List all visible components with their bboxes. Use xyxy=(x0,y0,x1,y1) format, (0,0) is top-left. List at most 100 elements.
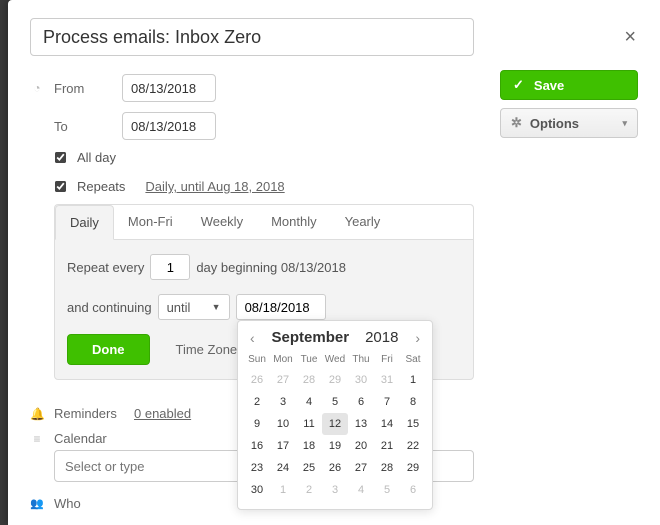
calendar-dow: Fri xyxy=(374,352,400,369)
chevron-down-icon: ▾ xyxy=(622,118,627,129)
calendar-day[interactable]: 31 xyxy=(374,369,400,391)
calendar-day[interactable]: 3 xyxy=(270,391,296,413)
calendar-day[interactable]: 5 xyxy=(374,479,400,501)
calendar-dow: Wed xyxy=(322,352,348,369)
calendar-day[interactable]: 16 xyxy=(244,435,270,457)
calendar-day[interactable]: 17 xyxy=(270,435,296,457)
allday-checkbox[interactable] xyxy=(55,152,66,163)
calendar-day[interactable]: 5 xyxy=(322,391,348,413)
calendar-day[interactable]: 26 xyxy=(322,457,348,479)
calendar-label: Calendar xyxy=(54,431,124,446)
calendar-day[interactable]: 30 xyxy=(348,369,374,391)
people-icon: 👥 xyxy=(30,497,44,510)
to-date-input[interactable] xyxy=(122,112,216,140)
tab-monthly[interactable]: Monthly xyxy=(257,205,331,239)
options-button-label: Options xyxy=(530,116,579,131)
event-modal: × ✓ Save ✲ Options ▾ ◔ From To All day xyxy=(8,0,660,525)
calendar-day[interactable]: 8 xyxy=(400,391,426,413)
action-column: ✓ Save ✲ Options ▾ xyxy=(500,70,638,138)
calendar-day[interactable]: 26 xyxy=(244,369,270,391)
calendar-day[interactable]: 4 xyxy=(296,391,322,413)
next-month-button[interactable]: › xyxy=(413,330,422,346)
repeats-summary-link[interactable]: Daily, until Aug 18, 2018 xyxy=(145,179,284,194)
calendar-day[interactable]: 28 xyxy=(374,457,400,479)
calendar-day[interactable]: 15 xyxy=(400,413,426,435)
calendar-day[interactable]: 3 xyxy=(322,479,348,501)
repeats-label: Repeats xyxy=(77,179,125,194)
calendar-weekday-row: SunMonTueWedThuFriSat xyxy=(244,352,426,369)
who-label: Who xyxy=(54,496,112,511)
calendar-day[interactable]: 18 xyxy=(296,435,322,457)
calendar-day[interactable]: 1 xyxy=(270,479,296,501)
calendar-day[interactable]: 12 xyxy=(322,413,348,435)
allday-label: All day xyxy=(77,150,116,165)
repeat-continuing-label: and continuing xyxy=(67,300,152,315)
clock-icon: ◔ xyxy=(30,81,44,95)
calendar-day[interactable]: 11 xyxy=(296,413,322,435)
calendar-year[interactable]: 2018 xyxy=(365,329,398,346)
calendar-day[interactable]: 25 xyxy=(296,457,322,479)
repeats-checkbox[interactable] xyxy=(55,181,66,192)
reminders-count-link[interactable]: 0 enabled xyxy=(134,406,191,421)
repeat-end-select-value: until xyxy=(167,300,191,315)
prev-month-button[interactable]: ‹ xyxy=(248,330,257,346)
calendar-dow: Sat xyxy=(400,352,426,369)
done-button[interactable]: Done xyxy=(67,334,150,365)
tab-weekly[interactable]: Weekly xyxy=(187,205,257,239)
repeat-tabs: Daily Mon-Fri Weekly Monthly Yearly xyxy=(55,205,473,240)
calendar-month[interactable]: September xyxy=(272,329,350,346)
calendar-dow: Mon xyxy=(270,352,296,369)
repeat-every-input[interactable] xyxy=(150,254,190,280)
calendar-dow: Thu xyxy=(348,352,374,369)
calendar-dow: Tue xyxy=(296,352,322,369)
calendar-day[interactable]: 20 xyxy=(348,435,374,457)
calendar-day[interactable]: 7 xyxy=(374,391,400,413)
calendar-day[interactable]: 27 xyxy=(348,457,374,479)
calendar-day[interactable]: 23 xyxy=(244,457,270,479)
event-title-input[interactable] xyxy=(30,18,474,56)
calendar-day[interactable]: 22 xyxy=(400,435,426,457)
close-icon[interactable]: × xyxy=(624,26,636,49)
gear-icon: ✲ xyxy=(511,115,522,131)
tab-daily[interactable]: Daily xyxy=(55,205,114,240)
calendar-day[interactable]: 2 xyxy=(244,391,270,413)
calendar-day[interactable]: 28 xyxy=(296,369,322,391)
save-button-label: Save xyxy=(534,78,564,93)
save-button[interactable]: ✓ Save xyxy=(500,70,638,100)
calendar-day[interactable]: 13 xyxy=(348,413,374,435)
calendar-day-grid: 2627282930311234567891011121314151617181… xyxy=(244,369,426,501)
repeat-every-label: Repeat every xyxy=(67,260,144,275)
bell-icon: 🔔 xyxy=(30,407,44,421)
calendar-day[interactable]: 24 xyxy=(270,457,296,479)
list-icon: ≡ xyxy=(30,432,44,446)
calendar-day[interactable]: 21 xyxy=(374,435,400,457)
tab-monfri[interactable]: Mon-Fri xyxy=(114,205,187,239)
calendar-day[interactable]: 30 xyxy=(244,479,270,501)
from-label: From xyxy=(54,81,112,96)
calendar-day[interactable]: 29 xyxy=(322,369,348,391)
calendar-day[interactable]: 6 xyxy=(348,391,374,413)
calendar-day[interactable]: 6 xyxy=(400,479,426,501)
calendar-day[interactable]: 4 xyxy=(348,479,374,501)
calendar-day[interactable]: 29 xyxy=(400,457,426,479)
to-label: To xyxy=(54,119,112,134)
calendar-day[interactable]: 27 xyxy=(270,369,296,391)
options-button[interactable]: ✲ Options ▾ xyxy=(500,108,638,138)
repeat-beginning-label: day beginning 08/13/2018 xyxy=(196,260,346,275)
repeat-end-select[interactable]: until ▼ xyxy=(158,294,230,320)
calendar-day[interactable]: 14 xyxy=(374,413,400,435)
dropdown-icon: ▼ xyxy=(212,302,221,312)
tab-yearly[interactable]: Yearly xyxy=(331,205,395,239)
timezone-label: Time Zone xyxy=(176,342,238,357)
reminders-label: Reminders xyxy=(54,406,124,421)
calendar-dow: Sun xyxy=(244,352,270,369)
calendar-day[interactable]: 9 xyxy=(244,413,270,435)
calendar-day[interactable]: 1 xyxy=(400,369,426,391)
calendar-day[interactable]: 19 xyxy=(322,435,348,457)
repeat-until-date-input[interactable] xyxy=(236,294,326,320)
check-icon: ✓ xyxy=(513,77,524,93)
calendar-day[interactable]: 10 xyxy=(270,413,296,435)
date-picker-popover: ‹ September 2018 › SunMonTueWedThuFriSat… xyxy=(237,320,433,510)
calendar-day[interactable]: 2 xyxy=(296,479,322,501)
from-date-input[interactable] xyxy=(122,74,216,102)
